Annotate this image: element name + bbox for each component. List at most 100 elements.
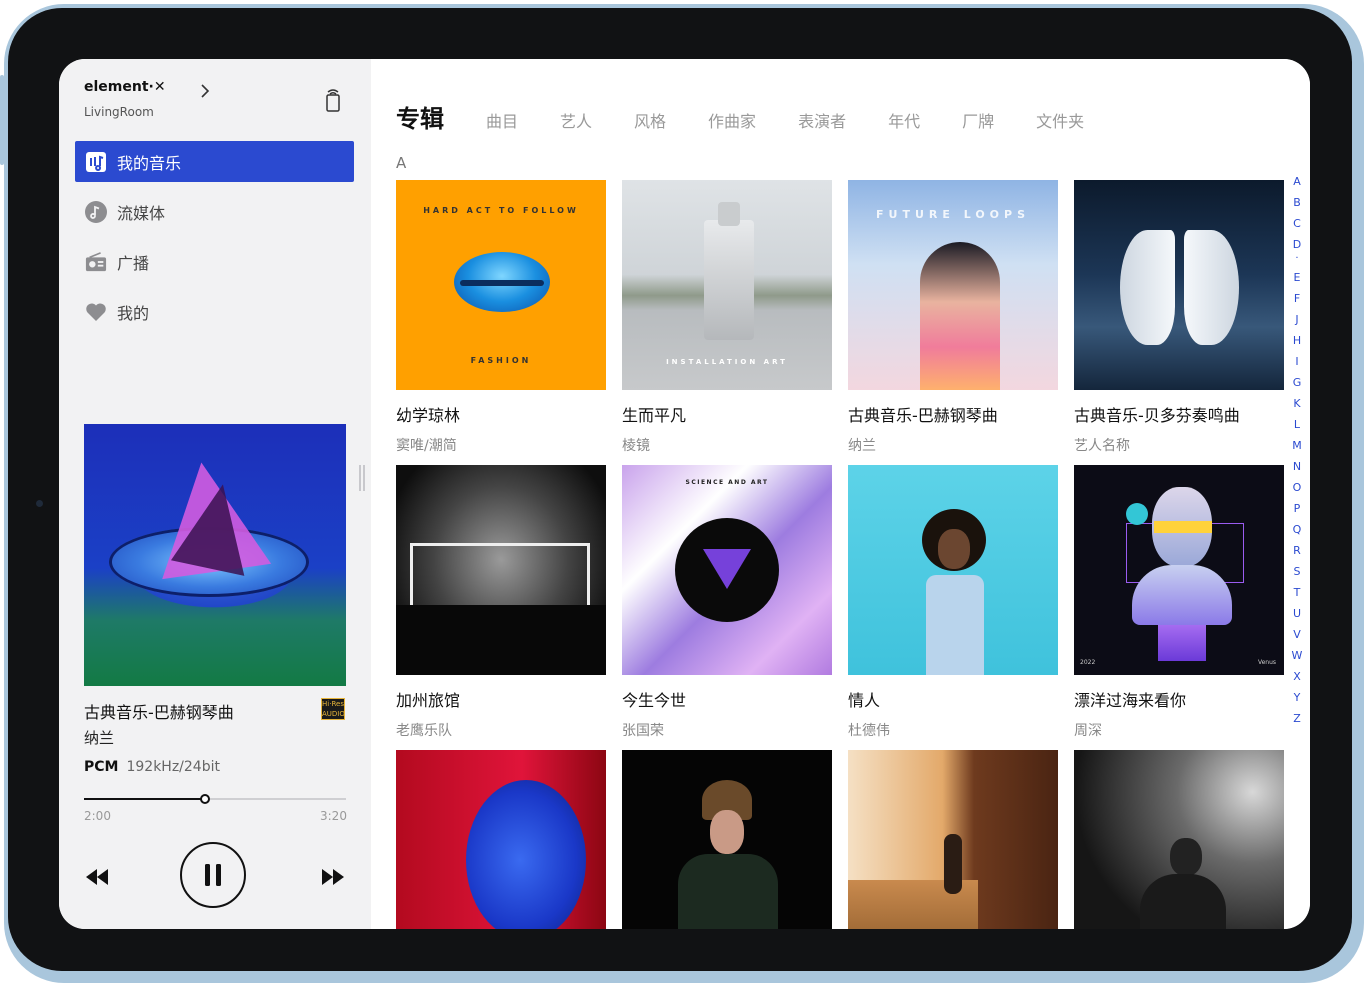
now-playing-cover[interactable] [84, 424, 346, 686]
alphabet-letter[interactable]: T [1289, 582, 1305, 603]
album-cover[interactable]: FUTURE LOOPS [848, 180, 1058, 390]
album-card[interactable] [848, 750, 1058, 929]
alphabet-letter[interactable]: G [1289, 372, 1305, 393]
sidebar-item-label: 我的音乐 [117, 153, 182, 173]
cover-wing-right [1184, 230, 1239, 345]
front-camera [36, 500, 43, 507]
alphabet-letter[interactable]: P [1289, 498, 1305, 519]
album-card[interactable]: 古典音乐-贝多芬奏鸣曲 艺人名称 [1074, 180, 1284, 455]
alphabet-letter[interactable]: · [1289, 254, 1305, 267]
tab-performers[interactable]: 表演者 [798, 108, 846, 132]
album-cover[interactable]: 2022 Venus [1074, 465, 1284, 675]
album-cover[interactable] [848, 465, 1058, 675]
alphabet-letter[interactable]: R [1289, 540, 1305, 561]
album-artist: 杜德伟 [848, 723, 890, 739]
alphabet-letter[interactable]: Y [1289, 687, 1305, 708]
alphabet-letter[interactable]: S [1289, 561, 1305, 582]
album-title: 加州旅馆 [396, 691, 461, 710]
alphabet-letter[interactable]: W [1289, 645, 1305, 666]
album-cover[interactable]: INSTALLATION ART [622, 180, 832, 390]
cover-wing-left [1120, 230, 1175, 345]
album-title: 幼学琼林 [396, 406, 461, 425]
album-cover[interactable] [1074, 180, 1284, 390]
alphabet-letter[interactable]: H [1289, 330, 1305, 351]
alphabet-letter[interactable]: Z [1289, 708, 1305, 729]
tab-labels[interactable]: 厂牌 [962, 108, 994, 132]
streaming-note-icon [85, 200, 107, 223]
alphabet-letter[interactable]: M [1289, 435, 1305, 456]
album-artist: 纳兰 [848, 438, 876, 454]
album-artist: 艺人名称 [1074, 438, 1130, 454]
radio-icon [85, 251, 107, 273]
pause-button[interactable] [180, 842, 246, 908]
alphabet-letter[interactable]: U [1289, 603, 1305, 624]
album-card[interactable]: HARD ACT TO FOLLOW FASHION 幼学琼林 窦唯/潮简 [396, 180, 606, 455]
progress-knob[interactable] [199, 794, 210, 804]
tab-composers[interactable]: 作曲家 [708, 108, 756, 132]
album-cover[interactable] [396, 750, 606, 929]
alphabet-letter[interactable]: Q [1289, 519, 1305, 540]
sidebar-item-mine[interactable]: 我的 [75, 291, 354, 332]
alphabet-letter[interactable]: L [1289, 414, 1305, 435]
sidebar-item-my-music[interactable]: 我的音乐 [75, 141, 354, 182]
alphabet-letter[interactable]: B [1289, 192, 1305, 213]
alphabet-letter[interactable]: C [1289, 213, 1305, 234]
alphabet-letter[interactable]: D [1289, 234, 1305, 255]
section-header-letter: A [396, 154, 407, 172]
album-card[interactable]: FUTURE LOOPS 古典音乐-巴赫钢琴曲 纳兰 [848, 180, 1058, 455]
chevron-right-icon[interactable] [195, 81, 215, 101]
album-card[interactable] [622, 750, 832, 929]
alphabet-letter[interactable]: X [1289, 666, 1305, 687]
tab-folders[interactable]: 文件夹 [1036, 108, 1084, 132]
alphabet-letter[interactable]: F [1289, 288, 1305, 309]
album-cover[interactable] [396, 465, 606, 675]
album-card[interactable]: INSTALLATION ART 生而平凡 棱镜 [622, 180, 832, 455]
cover-bust-pedestal [1158, 625, 1206, 661]
sidebar-item-streaming[interactable]: 流媒体 [75, 191, 354, 232]
album-cover[interactable] [848, 750, 1058, 929]
alphabet-letter[interactable]: V [1289, 624, 1305, 645]
tab-genres[interactable]: 风格 [634, 108, 666, 132]
album-cover[interactable] [1074, 750, 1284, 929]
album-card[interactable]: 加州旅馆 老鹰乐队 [396, 465, 606, 740]
album-card[interactable]: 2022 Venus 漂洋过海来看你 周深 [1074, 465, 1284, 740]
alphabet-letter[interactable]: K [1289, 393, 1305, 414]
album-card[interactable]: 情人 杜德伟 [848, 465, 1058, 740]
alphabet-letter[interactable]: I [1289, 351, 1305, 372]
album-artist: 棱镜 [622, 438, 650, 454]
cover-lips-line [460, 280, 544, 286]
speaker-device-icon[interactable] [322, 87, 344, 113]
cover-outfit [926, 575, 984, 675]
tab-artists[interactable]: 艺人 [560, 108, 592, 132]
cover-portrait [920, 242, 1000, 390]
sidebar-item-label: 广播 [117, 253, 150, 273]
album-card[interactable] [396, 750, 606, 929]
alphabet-letter[interactable]: E [1289, 267, 1305, 288]
room-name: LivingRoom [84, 105, 154, 119]
alphabet-letter[interactable]: N [1289, 456, 1305, 477]
album-artist: 张国荣 [622, 723, 664, 739]
sidebar-item-radio[interactable]: 广播 [75, 241, 354, 282]
app-screen: element·✕ LivingRoom 我的音乐 流媒体 广播 我的 古典音乐… [59, 59, 1310, 929]
resize-handle[interactable] [359, 465, 365, 491]
previous-icon[interactable] [86, 869, 108, 885]
cover-crowd [396, 605, 606, 675]
album-title: 古典音乐-巴赫钢琴曲 [848, 406, 998, 425]
album-cover[interactable]: SCIENCE AND ART [622, 465, 832, 675]
alphabet-letter[interactable]: A [1289, 171, 1305, 192]
format-label: PCM [84, 759, 119, 775]
progress-bar[interactable] [84, 798, 346, 800]
album-cover[interactable] [622, 750, 832, 929]
tab-decades[interactable]: 年代 [888, 108, 920, 132]
next-icon[interactable] [322, 869, 344, 885]
album-cover[interactable]: HARD ACT TO FOLLOW FASHION [396, 180, 606, 390]
cover-text: INSTALLATION ART [666, 358, 788, 366]
alphabet-letter[interactable]: J [1289, 309, 1305, 330]
album-card[interactable] [1074, 750, 1284, 929]
cover-head [1170, 838, 1202, 876]
tab-albums[interactable]: 专辑 [396, 99, 444, 134]
alphabet-letter[interactable]: O [1289, 477, 1305, 498]
album-card[interactable]: SCIENCE AND ART 今生今世 张国荣 [622, 465, 832, 740]
alphabet-index[interactable]: A B C D · E F J H I G K L M N O P Q R S T U V W X Y Z [1289, 171, 1305, 729]
tab-tracks[interactable]: 曲目 [486, 108, 518, 132]
